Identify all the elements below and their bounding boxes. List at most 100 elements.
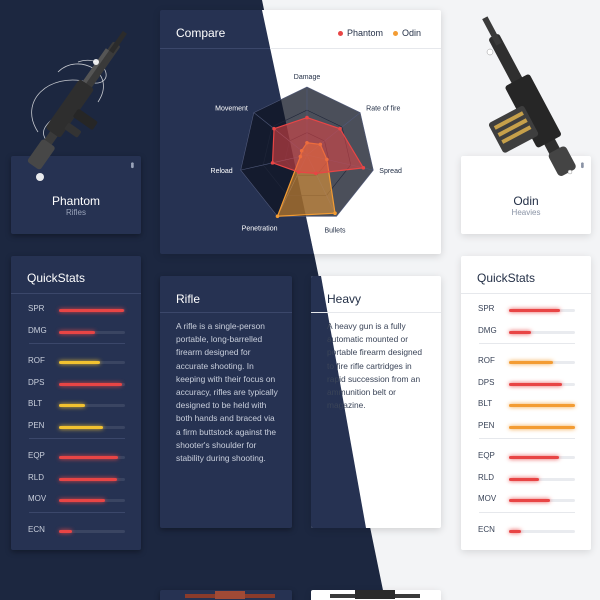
stat-label: PEN (28, 420, 45, 430)
weapon-class: Rifles (65, 208, 86, 217)
radar-axis-label: Reload (211, 168, 233, 175)
radar-point (314, 171, 318, 176)
stat-bar-fill (509, 499, 550, 502)
radar-point (275, 214, 280, 219)
description-card-rifle: Rifle A rifle is a single-person portabl… (160, 276, 292, 528)
stat-bar-track (509, 477, 575, 481)
stat-label: RLD (478, 472, 495, 482)
stat-bar-track (59, 499, 125, 502)
weapon-name: Phantom (51, 194, 101, 208)
description-divider (160, 312, 292, 313)
description-title: Rifle (176, 292, 201, 306)
radar-axis-label: Movement (215, 106, 248, 113)
stat-label: MOV (478, 494, 497, 503)
rifle-peek-image (185, 591, 275, 599)
stat-row-blt: BLT (11, 399, 141, 413)
stat-bar-track (59, 361, 125, 364)
stat-row-rof: ROF (11, 356, 141, 370)
radar-axis-label: Damage (294, 74, 321, 81)
radar-point (272, 126, 276, 131)
stat-row-blt: BLT (461, 399, 591, 413)
quickstats-title: QuickStats (477, 271, 536, 285)
stat-bar-fill (59, 425, 103, 429)
radar-axis-label: Rate of fire (366, 106, 400, 113)
stat-bar-track (509, 425, 575, 429)
stat-row-spr: SPR (11, 304, 141, 318)
stat-bar-fill (509, 404, 575, 407)
stat-label: EQP (478, 451, 495, 460)
description-title: Heavy (327, 292, 362, 306)
radar-axis-label: Bullets (325, 227, 347, 234)
stat-bar-track (59, 477, 125, 481)
stat-row-rof: ROF (461, 356, 591, 370)
stat-bar-track (509, 456, 575, 459)
stat-bar-fill (509, 529, 521, 533)
stat-bar-fill (509, 456, 560, 459)
quickstats-panel-odin: QuickStats SPR DMG ROF DPS BLT PEN EQP RLD MOV EC… (461, 256, 591, 550)
stat-bar-fill (509, 425, 575, 429)
stat-row-eqp: EQP (11, 451, 141, 465)
stat-label: ROF (28, 356, 45, 365)
heavy-peek-image (330, 590, 420, 599)
stat-label: DMG (28, 325, 47, 335)
stat-bar-track (509, 499, 575, 502)
radar-point (333, 211, 337, 216)
stat-bar-fill (59, 529, 73, 533)
stat-bar-fill (59, 330, 96, 334)
description-body: A rifle is a single-person portable, lon… (176, 321, 278, 464)
quickstats-panel-phantom: QuickStats SPR DMG ROF DPS BLT PEN EQP RLD MOV EC… (11, 256, 141, 550)
phantom-rifle-image (27, 30, 127, 181)
stat-label: SPR (478, 304, 495, 313)
stat-bar-track (59, 404, 125, 407)
description-divider (311, 312, 441, 313)
stat-bar-fill (509, 477, 540, 481)
stat-group-divider (479, 511, 575, 513)
stat-bar-fill (59, 404, 86, 407)
stat-label: DMG (478, 325, 497, 335)
quickstats-divider (461, 293, 591, 294)
stat-bar-track (509, 382, 575, 386)
radar-point (361, 166, 366, 170)
stat-bar-fill (509, 330, 532, 334)
stat-group-divider (29, 343, 125, 344)
stat-bar-fill (59, 456, 119, 459)
stat-label: BLT (478, 399, 493, 408)
stat-group-divider (479, 343, 575, 344)
stat-row-dps: DPS (461, 378, 591, 392)
stat-bar-track (59, 382, 125, 386)
stat-row-ecn: ECN (11, 525, 141, 539)
stat-bar-fill (59, 361, 100, 364)
stat-label: BLT (28, 399, 43, 408)
description-card-heavy: Heavy A heavy gun is a fully automatic m… (311, 276, 441, 528)
stat-label: EQP (28, 451, 45, 460)
stat-row-pen: PEN (11, 421, 141, 435)
radar-point (338, 126, 342, 131)
quickstats-title: QuickStats (27, 271, 86, 285)
stat-bar-fill (59, 382, 123, 386)
stat-label: PEN (478, 420, 495, 430)
radar-point (296, 170, 301, 174)
radar-point (305, 115, 309, 120)
stat-group-divider (29, 511, 125, 513)
compare-panel: Compare Phantom Odin Damage Rate of fire S… (160, 10, 441, 254)
stat-row-dps: DPS (11, 378, 141, 392)
stat-bar-track (59, 309, 125, 312)
stat-row-eqp: EQP (461, 451, 591, 465)
stat-bar-fill (59, 309, 124, 312)
stat-row-rld: RLD (11, 473, 141, 487)
stat-row-mov: MOV (461, 494, 591, 508)
odin-heavy-image (482, 16, 576, 176)
stat-bar-fill (509, 382, 562, 386)
stat-row-pen: PEN (461, 421, 591, 435)
weapon-class: Heavies (511, 208, 541, 217)
stat-label: RLD (28, 472, 45, 482)
stat-bar-fill (59, 477, 118, 481)
radar-point (270, 161, 275, 165)
stat-label: MOV (28, 494, 47, 503)
stat-bar-fill (509, 361, 553, 364)
stat-label: SPR (28, 304, 45, 313)
stat-bar-track (509, 330, 575, 334)
stat-row-rld: RLD (461, 473, 591, 487)
stat-bar-track (59, 425, 125, 429)
stat-bar-track (509, 361, 575, 364)
